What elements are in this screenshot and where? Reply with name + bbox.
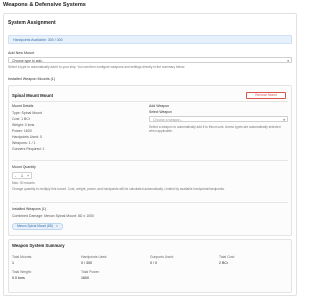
mount-details-heading: Mount Details bbox=[12, 104, 34, 108]
mount-detail-type: Type: Spinal Mount bbox=[12, 111, 42, 115]
mount-quantity-label: Mount Quantity bbox=[12, 165, 36, 169]
select-weapon-label: Select Weapon bbox=[149, 110, 172, 114]
divider bbox=[12, 160, 288, 161]
mount-detail-gunners: Gunners Required: 1 bbox=[12, 147, 45, 151]
hardpoints-used-value: 0 / 300 bbox=[81, 261, 92, 265]
mount-type-select[interactable]: Choose type to add... ▾ bbox=[8, 57, 292, 63]
add-mount-label: Add New Mount bbox=[8, 51, 35, 55]
total-power-label: Total Power: bbox=[81, 270, 100, 274]
combined-damage: Combined Damage: Meson Spinal Mount: 8D … bbox=[12, 214, 94, 218]
remove-mount-button[interactable]: Remove Mount bbox=[246, 92, 286, 99]
weapon-chip-label: Meson Spinal Mount (8D) bbox=[17, 224, 54, 228]
divider bbox=[12, 101, 288, 102]
quantity-hint: Change quantity to multiply this mount. … bbox=[12, 187, 225, 191]
mount-name: Spinal Mount Mount bbox=[12, 93, 54, 98]
add-mount-hint: Select a type to automatically add it to… bbox=[8, 65, 186, 69]
installed-weapons-label: Installed Weapons (1) bbox=[12, 207, 46, 211]
summary-title: Weapon System Summary bbox=[12, 243, 65, 248]
mount-detail-weight: Weight: 0 tons bbox=[12, 123, 35, 127]
page-title: Weapons & Defensive Systems bbox=[3, 2, 86, 8]
add-weapon-hint: Select a weapon to automatically add it … bbox=[149, 125, 281, 133]
chevron-down-icon: ▾ bbox=[287, 58, 289, 63]
add-weapon-heading: Add Weapon bbox=[149, 104, 170, 108]
total-mounts-label: Total Mounts: bbox=[12, 255, 33, 259]
total-cost-label: Total Cost: bbox=[219, 255, 236, 259]
total-weight-label: Total Weight: bbox=[12, 270, 32, 274]
gunports-used-label: Gunports Used: bbox=[150, 255, 174, 259]
installed-mounts-label: Installed Weapon Mounts (1) bbox=[8, 77, 56, 81]
chevron-down-icon: ▾ bbox=[283, 117, 285, 122]
mount-detail-cost: Cost: 1 BCr bbox=[12, 117, 31, 121]
weapon-select[interactable]: Choose a weapon... ▾ bbox=[149, 116, 288, 122]
quantity-max: Max: 30 mounts bbox=[12, 181, 35, 185]
gunports-used-value: 0 / 0 bbox=[150, 261, 157, 265]
mount-detail-hardpoints: Hardpoints Used: 0 bbox=[12, 135, 42, 139]
mount-detail-weapons: Weapons: 1 / 1 bbox=[12, 141, 36, 145]
weapon-select-value: Choose a weapon... bbox=[153, 118, 184, 122]
mount-type-select-value: Choose type to add... bbox=[12, 59, 45, 63]
mount-detail-power: Power: 1600 bbox=[12, 129, 32, 133]
total-cost-value: 2 BCr bbox=[219, 261, 229, 265]
quantity-decrement-button[interactable]: - bbox=[15, 174, 16, 178]
total-mounts-value: 1 bbox=[12, 261, 14, 265]
total-weight-value: 0.0 tons bbox=[12, 276, 25, 280]
quantity-increment-button[interactable]: + bbox=[27, 174, 29, 178]
total-power-value: 1600 bbox=[81, 276, 89, 280]
quantity-stepper[interactable]: - 1 + bbox=[12, 172, 32, 179]
system-assignment-title: System Assignment bbox=[8, 20, 56, 26]
divider bbox=[12, 202, 288, 203]
hardpoints-used-label: Hardpoints Used: bbox=[81, 255, 108, 259]
weapon-chip[interactable]: Meson Spinal Mount (8D) × bbox=[12, 223, 63, 230]
hardpoints-available-banner: Hardpoints Available: 300 / 300 bbox=[8, 35, 292, 44]
quantity-value: 1 bbox=[21, 174, 23, 178]
close-icon[interactable]: × bbox=[56, 224, 58, 228]
